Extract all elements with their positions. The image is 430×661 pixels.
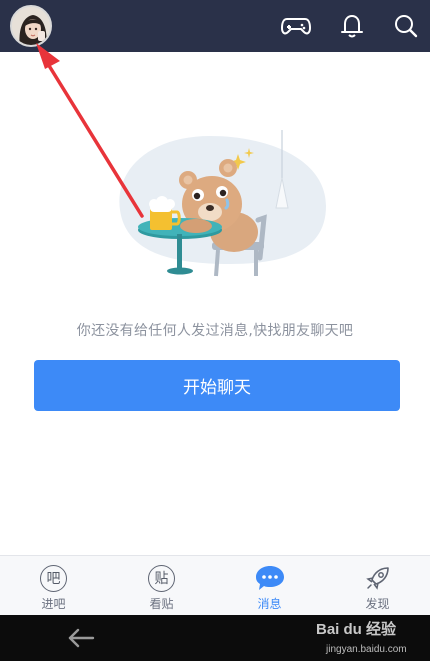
ba-icon-glyph: 吧 xyxy=(40,564,67,592)
avatar-image xyxy=(12,7,50,45)
search-icon[interactable] xyxy=(390,10,422,42)
bell-icon[interactable] xyxy=(336,10,368,42)
watermark: Bai du 经验 jingyan.baidu.com xyxy=(316,614,426,660)
back-arrow-icon[interactable] xyxy=(64,623,98,653)
tie-icon: 贴 xyxy=(147,563,177,593)
screen: 你还没有给任何人发过消息,快找朋友聊天吧 开始聊天 吧 进吧 贴 看贴 消息 发… xyxy=(0,0,430,661)
empty-state-illustration xyxy=(119,130,326,277)
tie-icon-glyph: 贴 xyxy=(148,564,175,592)
message-icon xyxy=(255,563,285,593)
gamepad-icon[interactable] xyxy=(280,10,312,42)
watermark-main: Bai du 经验 xyxy=(316,621,397,638)
tab-messages[interactable]: 消息 xyxy=(216,556,323,616)
bottom-tab-bar: 吧 进吧 贴 看贴 消息 发现 xyxy=(0,555,430,615)
tab-label-view-posts: 看贴 xyxy=(149,597,174,611)
watermark-sub: jingyan.baidu.com xyxy=(326,644,407,655)
tab-label-enter-ba: 进吧 xyxy=(41,597,66,611)
empty-state-message: 你还没有给任何人发过消息,快找朋友聊天吧 xyxy=(76,323,354,339)
user-avatar[interactable] xyxy=(10,5,52,47)
tab-discover[interactable]: 发现 xyxy=(324,556,430,616)
rocket-icon xyxy=(363,563,393,593)
start-chat-button[interactable]: 开始聊天 xyxy=(34,360,400,411)
tab-enter-ba[interactable]: 吧 进吧 xyxy=(0,556,107,616)
tab-label-messages: 消息 xyxy=(257,597,282,611)
ba-icon: 吧 xyxy=(39,563,69,593)
tab-label-discover: 发现 xyxy=(365,597,390,611)
top-bar xyxy=(0,0,430,52)
tab-view-posts[interactable]: 贴 看贴 xyxy=(108,556,215,616)
